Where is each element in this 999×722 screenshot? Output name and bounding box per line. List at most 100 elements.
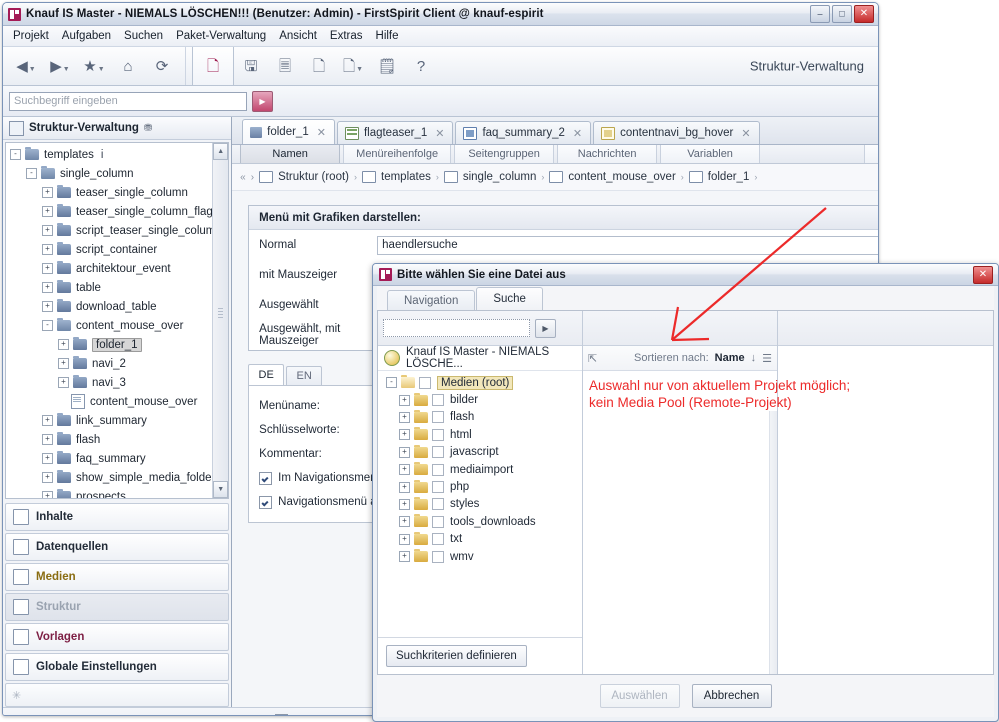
tab-menüreihenfolge[interactable]: Menüreihenfolge [343, 145, 452, 163]
expand-icon[interactable]: + [58, 377, 69, 388]
refresh-icon[interactable]: ⟳ [145, 49, 179, 83]
close-icon[interactable]: ✕ [741, 127, 750, 140]
tree-scrollbar[interactable]: ▲ ▼ [212, 143, 229, 498]
workflow-checkbox[interactable] [275, 713, 288, 715]
tree-checkbox[interactable] [432, 394, 444, 407]
expand-icon[interactable]: + [399, 533, 410, 545]
tree-item[interactable]: + download_table [6, 297, 228, 316]
tree-checkbox[interactable] [432, 515, 444, 528]
tree-item[interactable]: + show_simple_media_folder_1 [6, 468, 228, 487]
sidebar-item-medien[interactable]: Medien [5, 563, 230, 591]
collapse-icon[interactable]: - [386, 377, 397, 389]
document-tab-folder_1[interactable]: folder_1 ✕ [242, 119, 335, 144]
close-icon[interactable]: ✕ [317, 126, 326, 139]
dialog-tree-item[interactable]: + javascript [378, 444, 582, 461]
tree-item[interactable]: + script_container [6, 240, 228, 259]
close-button[interactable]: ✕ [854, 5, 874, 23]
help-icon[interactable]: ? [404, 49, 438, 83]
structure-tree[interactable]: - templates i - single_column + teaser_single… [5, 142, 230, 499]
sidebar-item-struktur[interactable]: Struktur [5, 593, 230, 621]
collapse-icon[interactable]: - [26, 168, 37, 179]
dialog-tab-navigation[interactable]: Navigation [387, 290, 476, 310]
tree-item[interactable]: - templates i [6, 145, 228, 164]
tree-item[interactable]: + teaser_single_column_flag [6, 202, 228, 221]
breadcrumb-item[interactable]: content_mouse_over [568, 171, 675, 183]
dialog-tree-item[interactable]: + mediaimport [378, 461, 582, 478]
document-tab-contentnavi_bg_hover[interactable]: contentnavi_bg_hover ✕ [593, 121, 760, 144]
tree-checkbox[interactable] [432, 428, 444, 441]
home-icon[interactable]: ⌂ [111, 49, 145, 83]
bookmark-star-icon[interactable]: ★ ▼ [77, 49, 111, 83]
expand-icon[interactable]: + [399, 411, 410, 423]
close-icon[interactable]: ✕ [573, 127, 582, 140]
expand-icon[interactable]: + [42, 415, 53, 426]
tree-checkbox[interactable] [432, 463, 444, 476]
expand-icon[interactable]: + [399, 464, 410, 476]
chevron-down-icon[interactable]: ▼ [63, 66, 70, 73]
tree-checkbox[interactable] [432, 481, 444, 494]
tree-checkbox[interactable] [432, 550, 444, 563]
dialog-tree-item[interactable]: + tools_downloads [378, 513, 582, 530]
tree-item[interactable]: + teaser_single_column [6, 183, 228, 202]
dialog-tree-item[interactable]: + html [378, 426, 582, 443]
breadcrumb-next[interactable]: › [251, 172, 254, 183]
media-input-normal[interactable] [377, 235, 878, 255]
sort-value[interactable]: Name [715, 352, 745, 364]
tree-item[interactable]: + flash [6, 430, 228, 449]
list-scrollbar[interactable] [769, 411, 777, 674]
expand-icon[interactable]: + [42, 187, 53, 198]
breadcrumb-item[interactable]: single_column [463, 171, 537, 183]
workflow-icon[interactable]: 🗒 [370, 49, 404, 83]
tab-namen[interactable]: Namen [240, 145, 341, 163]
scroll-down-arrow[interactable]: ▼ [213, 481, 229, 498]
menu-extras[interactable]: Extras [330, 30, 363, 42]
chevron-down-icon[interactable]: ▼ [98, 66, 105, 73]
tree-checkbox[interactable] [432, 498, 444, 511]
sort-direction-icon[interactable]: ↓ [751, 352, 757, 364]
sidebar-item-datenquellen[interactable]: Datenquellen [5, 533, 230, 561]
expand-icon[interactable]: + [58, 339, 69, 350]
expand-icon[interactable]: + [399, 516, 410, 528]
chevron-down-icon[interactable]: ▼ [356, 66, 363, 73]
expand-icon[interactable]: + [399, 429, 410, 441]
close-icon[interactable]: ✕ [435, 127, 444, 140]
dialog-tree-item[interactable]: + flash [378, 409, 582, 426]
expand-icon[interactable]: + [42, 472, 53, 483]
expand-icon[interactable]: + [42, 301, 53, 312]
dialog-list-body[interactable]: Auswahl nur von aktuellem Projekt möglic… [583, 371, 850, 674]
back-icon[interactable]: ◀ ▼ [9, 49, 43, 83]
menu-projekt[interactable]: Projekt [13, 30, 49, 42]
expand-icon[interactable]: + [399, 498, 410, 510]
expand-icon[interactable]: + [42, 434, 53, 445]
dialog-tree-item[interactable]: + txt [378, 531, 582, 548]
breadcrumb-prev[interactable]: « [240, 172, 246, 183]
checkbox[interactable] [259, 495, 273, 509]
dialog-tree-item[interactable]: + bilder [378, 391, 582, 408]
scroll-thumb[interactable] [218, 306, 224, 320]
sidebar-item-inhalte[interactable]: Inhalte [5, 503, 230, 531]
dialog-project-row[interactable]: Knauf IS Master - NIEMALS LÖSCHE... [378, 346, 582, 371]
expand-icon[interactable]: + [399, 551, 410, 563]
breadcrumb-item[interactable]: Struktur (root) [278, 171, 349, 183]
tree-item[interactable]: + table [6, 278, 228, 297]
language-tab-DE[interactable]: DE [248, 364, 285, 385]
define-search-criteria-button[interactable]: Suchkriterien definieren [386, 645, 527, 667]
expand-icon[interactable]: + [58, 358, 69, 369]
sidebar-item-globale-einstellungen[interactable]: Globale Einstellungen [5, 653, 230, 681]
dialog-tree-item[interactable]: + wmv [378, 548, 582, 565]
dialog-tree-item[interactable]: + php [378, 478, 582, 495]
dialog-search-go-button[interactable]: ▶ [535, 318, 556, 338]
list-options-icon[interactable]: ☰ [762, 352, 772, 365]
tree-checkbox[interactable] [419, 376, 431, 389]
preview-icon[interactable]: 🗏 [268, 49, 302, 83]
tree-item[interactable]: + folder_1 [6, 335, 228, 354]
collapse-icon[interactable]: - [42, 320, 53, 331]
expand-icon[interactable]: + [399, 446, 410, 458]
document-tab-flagteaser_1[interactable]: flagteaser_1 ✕ [336, 121, 454, 144]
dialog-search-input[interactable] [383, 319, 530, 337]
scroll-up-arrow[interactable]: ▲ [213, 143, 229, 160]
tree-item[interactable]: + prospects [6, 487, 228, 498]
expand-icon[interactable]: + [399, 481, 410, 493]
tree-item[interactable]: + architektour_event [6, 259, 228, 278]
dialog-tab-suche[interactable]: Suche [476, 287, 543, 310]
